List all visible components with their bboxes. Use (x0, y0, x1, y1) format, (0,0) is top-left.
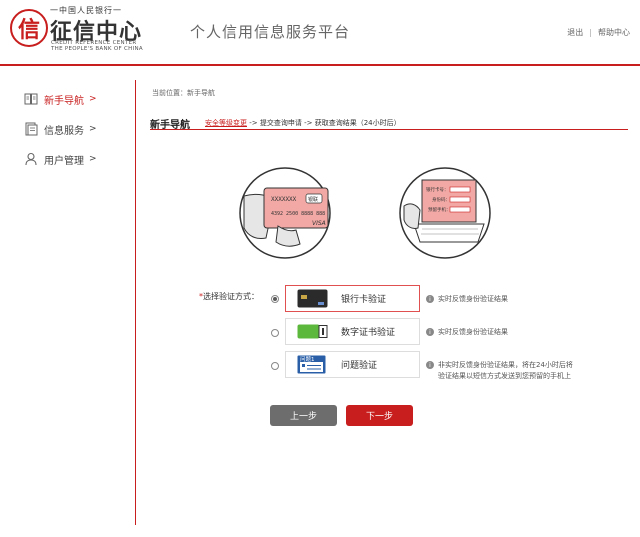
sidebar-item-user-management[interactable]: 用户管理 > (24, 150, 97, 168)
sidebar-divider (135, 80, 136, 525)
hint-digital-certificate: i 实时反馈身份验证结果 (426, 327, 508, 338)
hint-text: 实时反馈身份验证结果 (438, 328, 508, 336)
help-center-link[interactable]: 帮助中心 (598, 28, 630, 37)
radio-digital-certificate[interactable] (271, 329, 279, 337)
user-icon (24, 152, 38, 166)
form-field1-text: 银行卡号： (426, 186, 449, 193)
radio-bank-card[interactable] (271, 295, 279, 303)
header-links: 退出 | 帮助中心 (567, 27, 630, 38)
digital-certificate-icon (297, 322, 328, 341)
prev-step-button[interactable]: 上一步 (270, 405, 337, 426)
form-field2-text: 身份码： (432, 196, 450, 203)
card-brand-text: VISA (312, 220, 326, 227)
question-icon-text: 问题1 (300, 355, 315, 363)
hint-line2: 验证结果以短信方式发送到您预留的手机上 (438, 372, 571, 380)
chevron-right-icon: > (89, 154, 97, 164)
hint-line1: 非实时反馈身份验证结果，将在24小时后将 (438, 361, 573, 369)
book-icon (24, 92, 38, 106)
title-divider (150, 129, 628, 130)
header: 信 一中国人民银行一 征信中心 CREDIT REFERENCE CENTER … (0, 0, 640, 64)
logo-seal-glyph: 信 (17, 17, 40, 43)
chevron-right-icon: > (89, 94, 97, 104)
bank-card-illustration: XXXXXXX 银联 4392 2500 8888 888 VISA (238, 166, 332, 260)
card-name-text: XXXXXXX (271, 196, 297, 203)
option-question[interactable]: 问题1 问题验证 (285, 351, 420, 378)
sidebar-item-beginner-guide[interactable]: 新手导航 > (24, 90, 97, 108)
option-digital-certificate[interactable]: 数字证书验证 (285, 318, 420, 345)
chevron-right-icon: > (89, 124, 97, 134)
sidebar-item-info-service[interactable]: 信息服务 > (24, 120, 97, 138)
header-separator: | (589, 28, 592, 37)
info-icon: i (426, 361, 434, 369)
form-field3-text: 预留手机： (428, 206, 451, 213)
hint-text: 实时反馈身份验证结果 (438, 295, 508, 303)
logo-english-line2: THE PEOPLE'S BANK OF CHINA (51, 46, 143, 52)
step-2: -> 提交查询申请 (249, 119, 302, 127)
bank-card-icon (297, 289, 328, 308)
method-label-text: 选择验证方式： (203, 292, 259, 301)
info-icon: i (426, 295, 434, 303)
question-icon: 问题1 (297, 355, 328, 374)
option-bank-card[interactable]: 银行卡验证 (285, 285, 420, 312)
step-current: 安全等级变更 (205, 119, 247, 127)
next-step-button[interactable]: 下一步 (346, 405, 413, 426)
option-label: 问题验证 (341, 361, 378, 371)
document-icon (24, 122, 38, 136)
radio-question[interactable] (271, 362, 279, 370)
platform-title: 个人信用信息服务平台 (190, 23, 351, 41)
card-number-text: 4392 2500 8888 888 (271, 211, 325, 217)
sidebar-item-label: 用户管理 (44, 155, 84, 167)
credit-center-logo-seal: 信 (10, 9, 48, 47)
logout-link[interactable]: 退出 (567, 28, 583, 37)
laptop-form-illustration: 银行卡号： 身份码： 预留手机： (398, 166, 492, 260)
hint-question: i 非实时反馈身份验证结果，将在24小时后将 验证结果以短信方式发送到您预留的手机… (426, 360, 573, 382)
verification-method-label: *选择验证方式： (199, 291, 259, 302)
step-3: -> 获取查询结果（24小时后） (304, 119, 401, 127)
option-label: 数字证书验证 (341, 328, 396, 338)
info-icon: i (426, 328, 434, 336)
sidebar-item-label: 新手导航 (44, 95, 84, 107)
sidebar-item-label: 信息服务 (44, 125, 84, 137)
breadcrumb: 当前位置：新手导航 (152, 89, 215, 97)
card-bank-text: 银联 (308, 196, 318, 203)
step-progress: 安全等级变更 -> 提交查询申请 -> 获取查询结果（24小时后） (205, 118, 401, 128)
option-label: 银行卡验证 (341, 295, 387, 305)
sidebar: 新手导航 > 信息服务 > 用户管理 > (0, 66, 136, 537)
hint-text: 非实时反馈身份验证结果，将在24小时后将 验证结果以短信方式发送到您预留的手机上 (438, 360, 573, 382)
hint-bank-card: i 实时反馈身份验证结果 (426, 294, 508, 305)
